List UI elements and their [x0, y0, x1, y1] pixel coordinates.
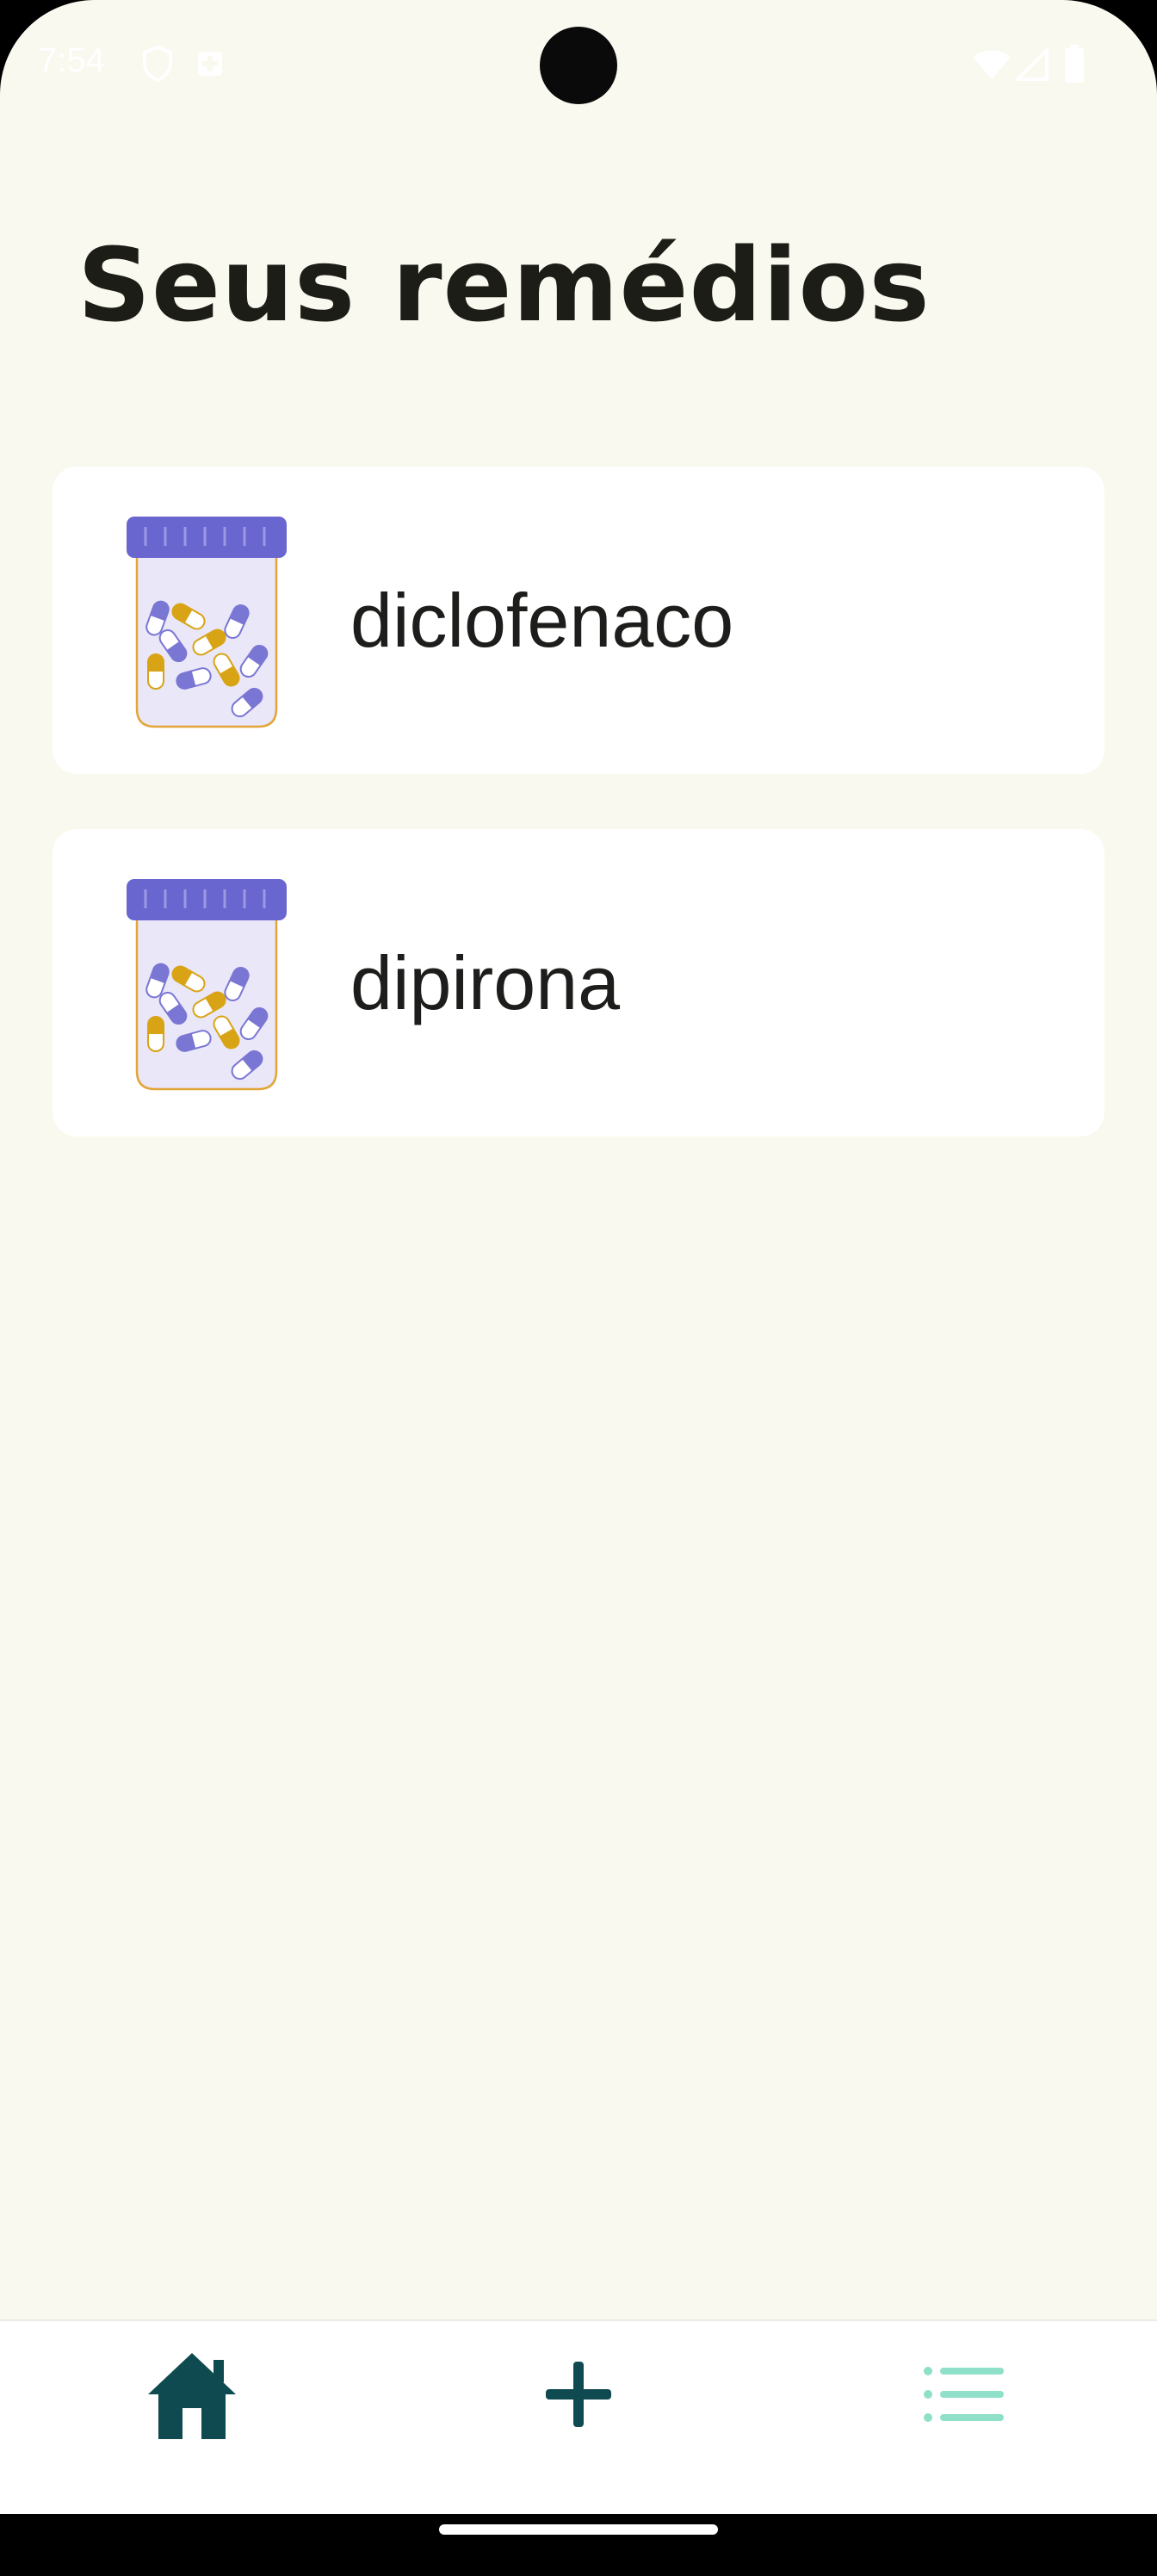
pill-bottle-icon	[127, 879, 287, 1091]
medication-card-dipirona[interactable]: dipirona	[53, 829, 1104, 1136]
status-time: 7:54	[38, 41, 105, 79]
medication-card-diclofenaco[interactable]: diclofenaco	[53, 467, 1104, 774]
notification-app-icon	[198, 52, 222, 76]
plus-icon	[546, 2362, 611, 2427]
medication-list: diclofenaco dipirona	[53, 467, 1104, 1192]
list-icon	[924, 2367, 1004, 2422]
wifi-icon	[973, 50, 1011, 79]
page-title: Seus remédios	[77, 226, 931, 344]
signal-icon	[1016, 48, 1049, 81]
shield-icon	[143, 45, 172, 83]
app-screen: 7:54 Seus remédios diclofenaco dipirona	[0, 0, 1157, 2576]
medication-name: diclofenaco	[350, 578, 734, 663]
home-gesture-handle[interactable]	[439, 2524, 718, 2535]
home-icon	[148, 2353, 236, 2439]
battery-icon	[1065, 45, 1084, 83]
pill-bottle-icon	[127, 517, 287, 728]
nav-list-button[interactable]	[835, 2321, 1093, 2468]
medication-name: dipirona	[350, 940, 621, 1025]
camera-cutout	[540, 27, 617, 104]
gesture-bar-area	[0, 2514, 1157, 2576]
nav-home-button[interactable]	[63, 2321, 321, 2468]
bottom-navigation	[0, 2319, 1157, 2516]
nav-add-button[interactable]	[449, 2321, 708, 2468]
